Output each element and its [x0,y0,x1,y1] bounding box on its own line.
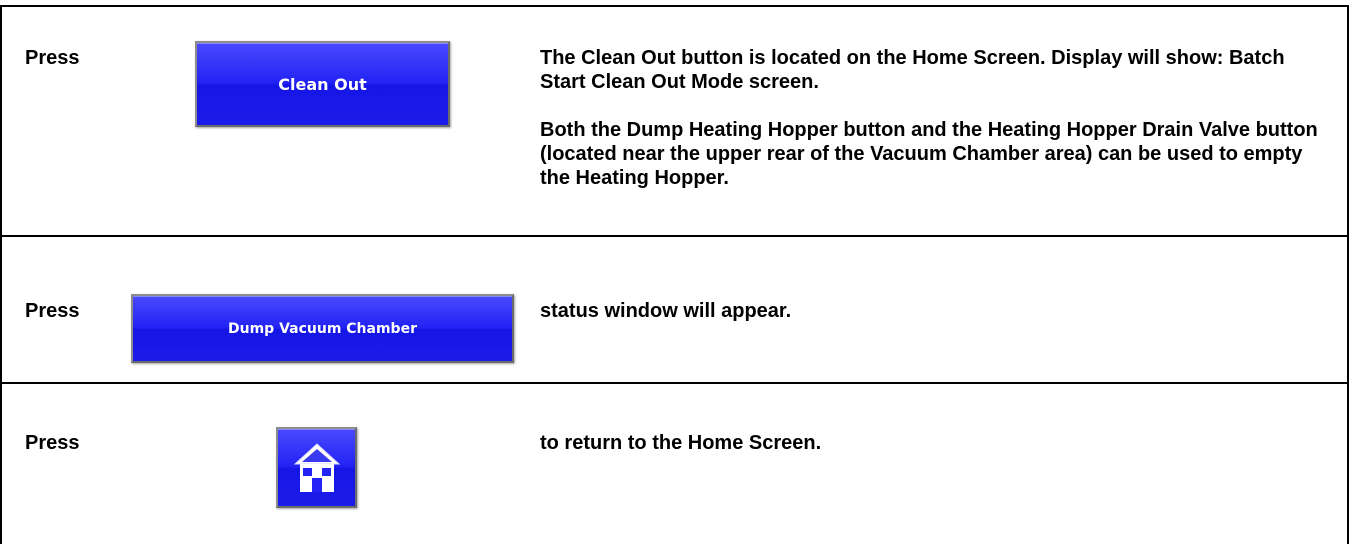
press-label: Press [25,300,80,322]
instruction-row-clean-out: Press Clean Out The Clean Out button is … [2,7,1347,237]
description-paragraph: to return to the Home Screen. [540,432,822,454]
home-icon [293,442,340,492]
instruction-table: Press Clean Out The Clean Out button is … [0,5,1349,544]
home-button[interactable] [276,427,357,508]
instruction-row-home: Press to return to the Home Screen. [2,384,1347,546]
instruction-description: The Clean Out button is located on the H… [540,46,1327,190]
instruction-description: to return to the Home Screen. [540,431,1327,455]
press-label: Press [25,47,80,69]
dump-vacuum-chamber-button[interactable]: Dump Vacuum Chamber [131,294,514,363]
instruction-row-dump-vacuum-chamber: Press Dump Vacuum Chamber status window … [2,237,1347,384]
description-paragraph: Both the Dump Heating Hopper button and … [540,119,1318,189]
press-label: Press [25,432,80,454]
clean-out-button[interactable]: Clean Out [195,41,450,127]
instruction-description: status window will appear. [540,299,1327,323]
description-paragraph: status window will appear. [540,300,792,322]
description-paragraph: The Clean Out button is located on the H… [540,47,1285,93]
